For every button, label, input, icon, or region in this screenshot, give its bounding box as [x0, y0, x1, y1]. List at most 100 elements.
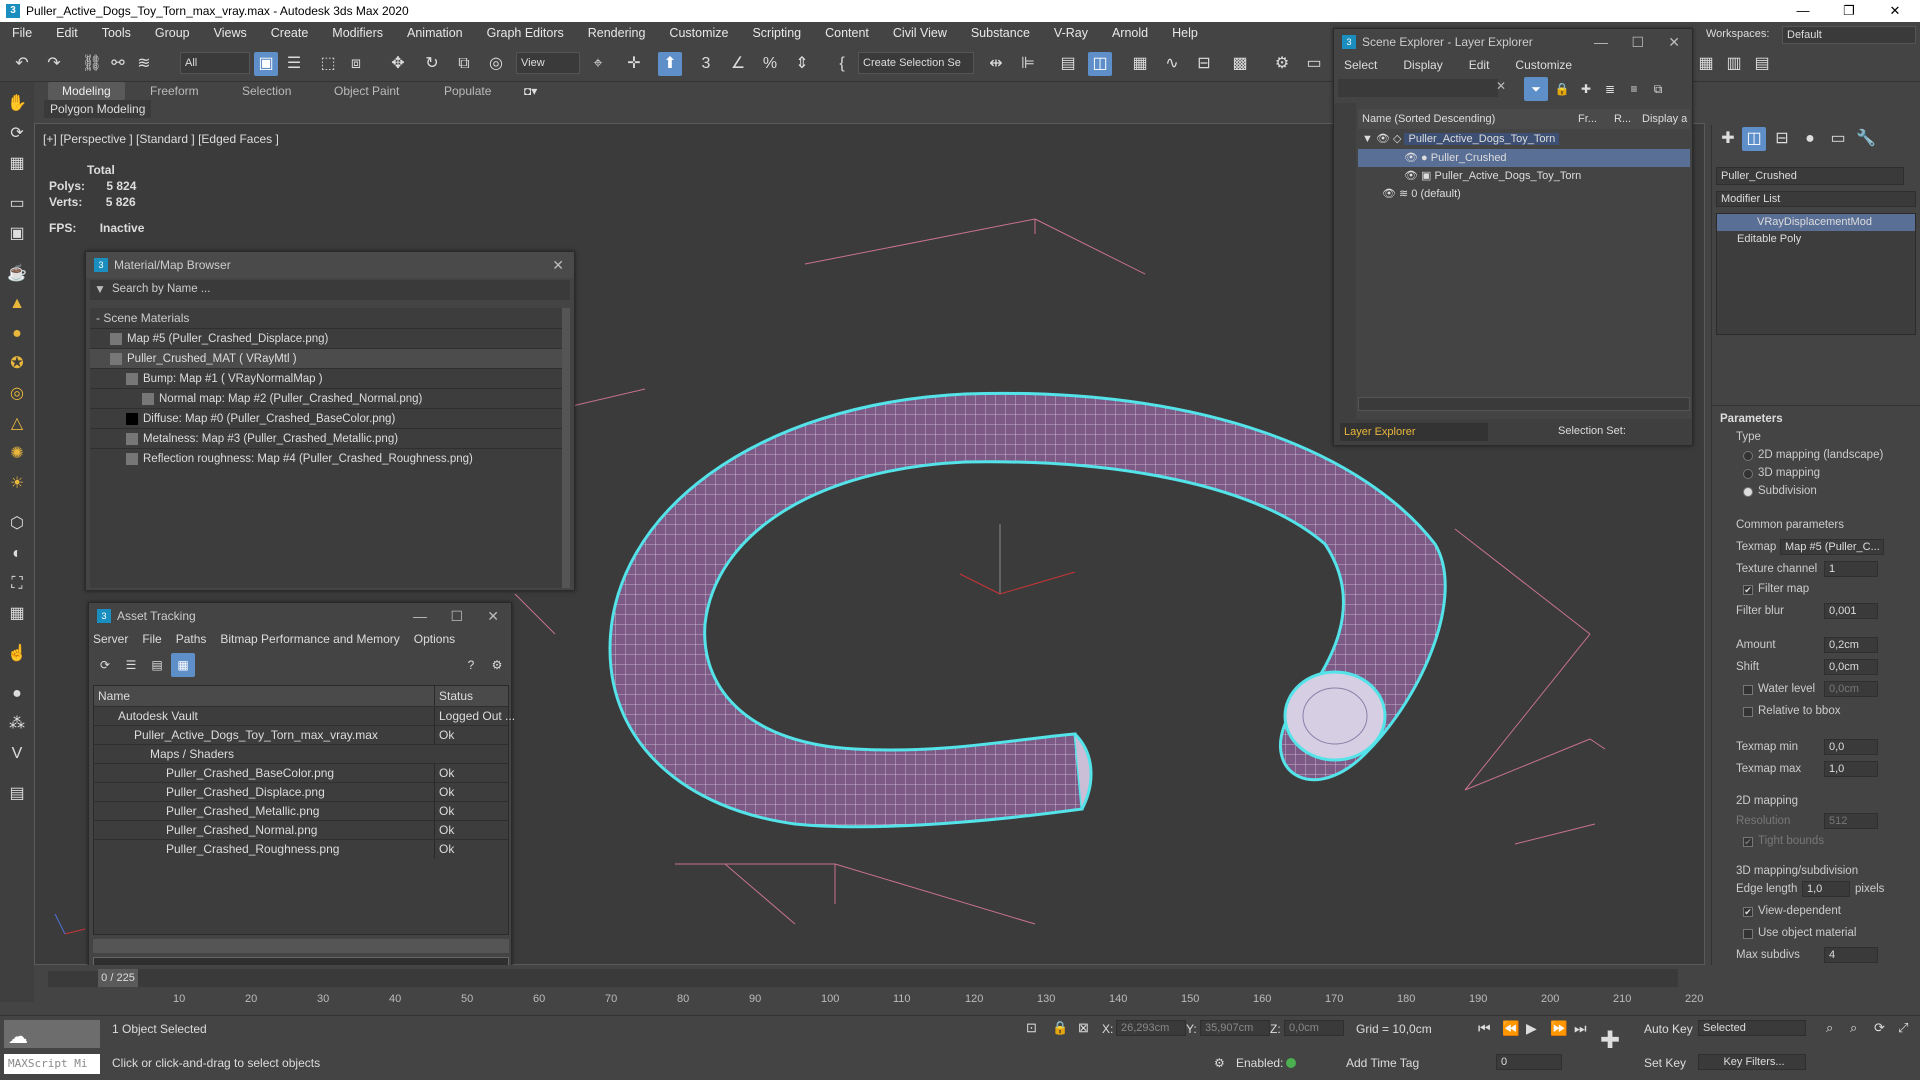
render-frame-icon[interactable]: ▭: [1302, 52, 1326, 76]
pyramid-icon[interactable]: △: [5, 412, 29, 436]
tab-freeform[interactable]: Freeform: [150, 82, 199, 100]
col-status[interactable]: Status: [434, 686, 473, 706]
radio-subdivision[interactable]: [1743, 487, 1753, 497]
add-layer-icon[interactable]: ✚: [1574, 77, 1598, 101]
tree-row[interactable]: 👁 ▣ Puller_Active_Dogs_Toy_Torn: [1358, 167, 1690, 185]
lock-icon[interactable]: 🔒: [1550, 77, 1574, 101]
select-manipulate-icon[interactable]: ✛: [622, 52, 646, 76]
cylinder-icon[interactable]: ◐: [5, 542, 29, 566]
isolate-icon[interactable]: ⊡: [1026, 1020, 1037, 1036]
grid-view-icon[interactable]: ▦: [171, 653, 195, 677]
view-dependent-checkbox[interactable]: ✔: [1743, 907, 1753, 917]
maxscript-listener[interactable]: MAXScript Mi: [4, 1054, 100, 1074]
refresh-icon[interactable]: ⟳: [93, 653, 117, 677]
vray-icon[interactable]: V: [5, 742, 29, 766]
spinner-snap-icon[interactable]: ⇕: [790, 52, 814, 76]
explorer-menu-customize[interactable]: Customize: [1515, 55, 1572, 75]
filter-map-checkbox[interactable]: ✔: [1743, 585, 1753, 595]
teapot-icon[interactable]: ☕: [5, 262, 29, 286]
viewport-label[interactable]: [+] [Perspective ] [Standard ] [Edged Fa…: [43, 132, 279, 146]
window-crossing-icon[interactable]: ⧈: [344, 52, 368, 76]
menu-create[interactable]: Create: [259, 26, 321, 40]
script-icon[interactable]: ▤: [5, 782, 29, 806]
tree-row[interactable]: 👁 ● Puller_Crushed: [1358, 149, 1690, 167]
sphere-mat-icon[interactable]: ●: [5, 682, 29, 706]
clear-icon[interactable]: ✕: [1496, 79, 1506, 93]
utilities-tab-icon[interactable]: 🔧: [1854, 127, 1878, 151]
enabled-indicator[interactable]: [1286, 1058, 1296, 1068]
edge-length-spinner[interactable]: 1,0: [1802, 881, 1850, 897]
link-icon[interactable]: ⛓: [80, 52, 104, 76]
particles-icon[interactable]: ⁂: [5, 712, 29, 736]
asset-menu-server[interactable]: Server: [93, 629, 128, 649]
texture-channel-spinner[interactable]: 1: [1824, 561, 1878, 577]
menu-help[interactable]: Help: [1160, 26, 1210, 40]
amount-spinner[interactable]: 0,2cm: [1824, 637, 1878, 653]
tab-modeling[interactable]: Modeling: [48, 82, 125, 100]
resolution-spinner[interactable]: 512: [1824, 813, 1878, 829]
align-icon[interactable]: ⊫: [1016, 52, 1040, 76]
modifier-list-dropdown[interactable]: Modifier List: [1716, 191, 1916, 207]
maximize-icon[interactable]: ☐: [450, 603, 463, 629]
shift-spinner[interactable]: 0,0cm: [1824, 659, 1878, 675]
redo-icon[interactable]: ↷: [42, 52, 66, 76]
table-row[interactable]: Puller_Crashed_Metallic.png Ok: [94, 801, 508, 821]
search-input[interactable]: Search by Name ...: [112, 283, 210, 295]
use-object-material-checkbox[interactable]: [1743, 929, 1753, 939]
render-active-icon[interactable]: ▤: [1750, 52, 1774, 76]
col-freeze[interactable]: Fr...: [1578, 109, 1597, 129]
material-list-item[interactable]: Reflection roughness: Map #4 (Puller_Cra…: [90, 448, 565, 468]
workspace-dropdown[interactable]: Default: [1782, 26, 1916, 44]
sphere-icon[interactable]: ●: [5, 322, 29, 346]
layers-icon[interactable]: ▦: [5, 152, 29, 176]
pivot-icon[interactable]: ⌖: [586, 52, 610, 76]
menu-arnold[interactable]: Arnold: [1100, 26, 1160, 40]
unlink-icon[interactable]: ⚯: [106, 52, 130, 76]
layers-stack-icon[interactable]: ⧉: [1646, 77, 1670, 101]
angle-snap-icon[interactable]: ∠: [726, 52, 750, 76]
menu-customize[interactable]: Customize: [657, 26, 740, 40]
snap-3d-icon[interactable]: 3: [694, 52, 718, 76]
time-slider-arrows[interactable]: [48, 971, 98, 987]
create-tab-icon[interactable]: ✚: [1716, 127, 1740, 151]
rect-selection-icon[interactable]: ⬚: [316, 52, 340, 76]
table-row[interactable]: Puller_Crashed_Displace.png Ok: [94, 782, 508, 802]
close-button[interactable]: ✕: [1872, 0, 1918, 22]
menu-civil-view[interactable]: Civil View: [881, 26, 959, 40]
motion-tab-icon[interactable]: ●: [1798, 127, 1822, 151]
tight-bounds-checkbox[interactable]: ✔: [1743, 837, 1753, 847]
cloud-icon[interactable]: ☁: [8, 1024, 28, 1049]
stack-item-editable-poly[interactable]: Editable Poly: [1717, 231, 1915, 248]
asset-menu-options[interactable]: Options: [414, 629, 455, 649]
scene-explorer-icon[interactable]: ▤: [1056, 52, 1080, 76]
modify-tab-icon[interactable]: ◫: [1742, 127, 1766, 151]
menu-file[interactable]: File: [0, 26, 44, 40]
named-selection-dropdown[interactable]: Create Selection Se: [858, 52, 974, 74]
filter-blur-spinner[interactable]: 0,001: [1824, 603, 1878, 619]
tree-row[interactable]: 👁 ≋ 0 (default): [1358, 185, 1690, 203]
scene-materials-group[interactable]: - Scene Materials: [90, 308, 565, 328]
table-row[interactable]: Puller_Crashed_Roughness.png Ok: [94, 839, 508, 859]
tab-populate[interactable]: Populate: [444, 82, 491, 100]
texmap-min-spinner[interactable]: 0,0: [1824, 739, 1878, 755]
orbit-icon[interactable]: ⟳: [5, 122, 29, 146]
layer-explorer-icon[interactable]: ◫: [1088, 52, 1112, 76]
table-row[interactable]: Autodesk Vault Logged Out ...: [94, 706, 515, 726]
curve-editor-icon[interactable]: ∿: [1160, 52, 1184, 76]
material-list-item[interactable]: Map #5 (Puller_Crashed_Displace.png): [90, 328, 565, 348]
layer-explorer-dropdown[interactable]: Layer Explorer: [1340, 423, 1488, 441]
prev-frame-icon[interactable]: ⏪: [1502, 1020, 1519, 1037]
ribbon-icon[interactable]: ▦: [1128, 52, 1152, 76]
schematic-view-icon[interactable]: ⊟: [1192, 52, 1216, 76]
toy-mesh[interactable]: [608, 391, 1447, 829]
play-icon[interactable]: ▶: [1526, 1020, 1537, 1037]
radio-3d-mapping[interactable]: [1743, 469, 1753, 479]
restore-button[interactable]: ❐: [1826, 0, 1872, 22]
asset-menu-file[interactable]: File: [142, 629, 161, 649]
wireframe-icon[interactable]: ⛶: [5, 572, 29, 596]
minimize-icon[interactable]: —: [1594, 29, 1608, 55]
absolute-mode-icon[interactable]: ⊠: [1078, 1020, 1089, 1036]
bind-spacewarp-icon[interactable]: ≋: [132, 52, 156, 76]
tree-row[interactable]: ▼ 👁 ◇ Puller_Active_Dogs_Toy_Torn: [1358, 129, 1690, 149]
find-input[interactable]: [1338, 79, 1498, 97]
